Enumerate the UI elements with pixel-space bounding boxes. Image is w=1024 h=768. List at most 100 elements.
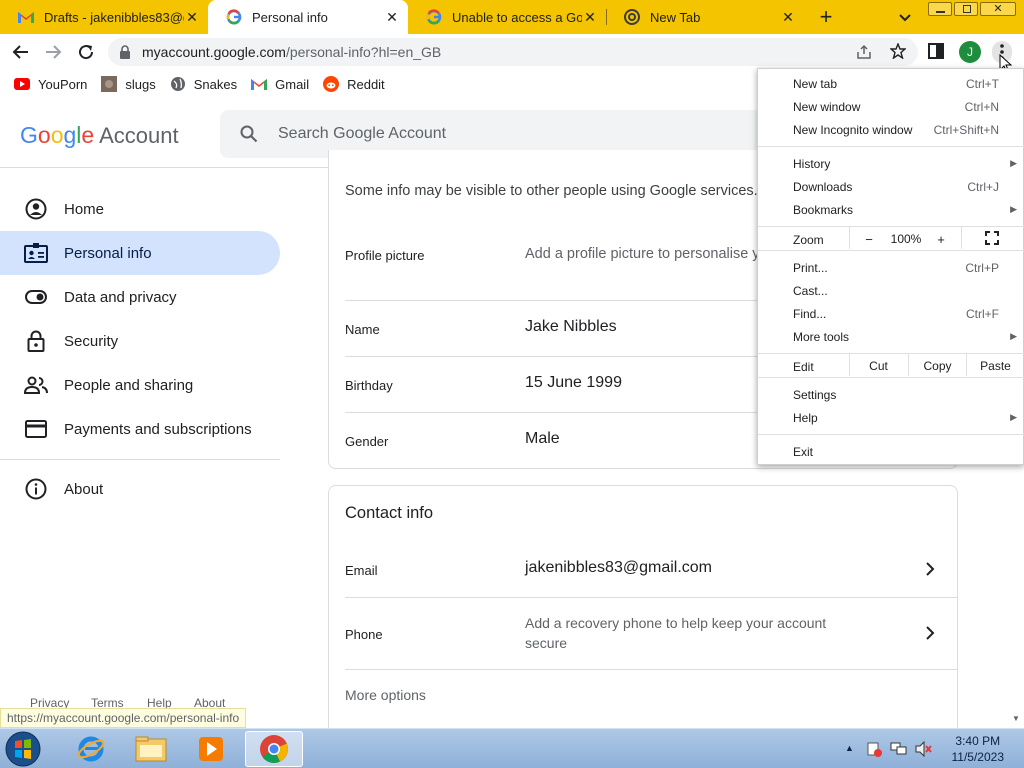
menu-copy-button[interactable]: Copy <box>909 359 966 373</box>
bookmark-youporn[interactable]: YouPorn <box>14 76 87 92</box>
tab-gmail-drafts[interactable]: Drafts - jakenibbles83@g ✕ <box>0 0 208 34</box>
tab-search-button[interactable] <box>897 9 913 25</box>
bookmark-gmail[interactable]: Gmail <box>251 76 309 92</box>
menu-help[interactable]: Help <box>793 411 818 425</box>
volume-muted-icon[interactable] <box>914 741 932 757</box>
menu-print[interactable]: Print... <box>793 261 828 275</box>
fullscreen-icon[interactable] <box>985 231 999 245</box>
sidebar-item-about[interactable]: About <box>0 467 280 511</box>
show-hidden-icons-button[interactable]: ▲ <box>845 743 854 753</box>
menu-cut-button[interactable]: Cut <box>850 359 907 373</box>
bookmark-snakes[interactable]: Snakes <box>170 76 237 92</box>
more-options-link[interactable]: More options <box>345 687 426 703</box>
menu-exit[interactable]: Exit <box>793 445 813 459</box>
back-button[interactable] <box>12 43 30 61</box>
lock-icon[interactable] <box>119 45 131 59</box>
submenu-arrow-icon: ▶ <box>1010 331 1017 341</box>
url-text: myaccount.google.com/personal-info?hl=en… <box>142 44 441 60</box>
sidebar-item-home[interactable]: Home <box>0 187 280 231</box>
scroll-down-arrow[interactable]: ▼ <box>1012 714 1020 723</box>
close-tab-icon[interactable]: ✕ <box>384 9 400 26</box>
menu-find[interactable]: Find... <box>793 307 826 321</box>
chevron-right-icon[interactable] <box>922 625 938 641</box>
shortcut-find: Ctrl+F <box>966 307 999 321</box>
sidebar-item-security[interactable]: Security <box>0 319 280 363</box>
chrome-main-menu: New tab Ctrl+T New window Ctrl+N New Inc… <box>757 68 1024 465</box>
menu-more-tools[interactable]: More tools <box>793 330 849 344</box>
account-wordmark: Account <box>99 123 179 148</box>
tab-new-tab[interactable]: New Tab ✕ <box>606 0 804 34</box>
address-bar[interactable]: myaccount.google.com/personal-info?hl=en… <box>108 38 918 66</box>
taskbar-chrome[interactable] <box>245 731 303 767</box>
menu-paste-button[interactable]: Paste <box>967 359 1024 373</box>
action-center-icon[interactable] <box>866 741 882 757</box>
sidebar-item-data-privacy[interactable]: Data and privacy <box>0 275 280 319</box>
close-tab-icon[interactable]: ✕ <box>582 9 598 26</box>
system-clock[interactable]: 3:40 PM 11/5/2023 <box>952 733 1005 765</box>
profile-picture-value[interactable]: Add a profile picture to personalise y <box>525 244 760 264</box>
phone-value[interactable]: Add a recovery phone to help keep your a… <box>525 613 855 653</box>
side-panel-button[interactable] <box>927 42 945 60</box>
sidebar-item-people-sharing[interactable]: People and sharing <box>0 363 280 407</box>
menu-settings[interactable]: Settings <box>793 388 836 402</box>
bookmark-label: Reddit <box>347 76 385 92</box>
tab-personal-info[interactable]: Personal info ✕ <box>208 0 408 34</box>
profile-picture-label: Profile picture <box>345 248 425 263</box>
menu-separator <box>758 226 1024 227</box>
profile-avatar[interactable]: J <box>959 41 981 63</box>
reload-icon <box>79 45 94 60</box>
info-icon <box>24 477 48 501</box>
google-wordmark-letter: G <box>20 122 38 148</box>
menu-new-tab[interactable]: New tab <box>793 77 837 91</box>
url-host: myaccount.google.com <box>142 44 286 60</box>
sidebar-item-payments[interactable]: Payments and subscriptions <box>0 407 280 451</box>
menu-new-window[interactable]: New window <box>793 100 860 114</box>
taskbar-media-player[interactable] <box>182 731 240 767</box>
google-wordmark-letter: g <box>63 122 77 148</box>
close-tab-icon[interactable]: ✕ <box>184 9 200 26</box>
menu-downloads[interactable]: Downloads <box>793 180 852 194</box>
close-tab-icon[interactable]: ✕ <box>780 9 796 26</box>
taskbar-explorer[interactable] <box>122 731 180 767</box>
zoom-out-button[interactable]: − <box>855 232 883 247</box>
google-wordmark: Google <box>20 122 94 148</box>
bookmark-slugs[interactable]: slugs <box>101 76 156 92</box>
google-wordmark-letter: o <box>37 122 51 148</box>
menu-history[interactable]: History <box>793 157 830 171</box>
submenu-arrow-icon: ▶ <box>1010 204 1017 214</box>
sidebar-item-personal-info[interactable]: Personal info <box>0 231 280 275</box>
network-icon[interactable] <box>890 741 908 757</box>
sidebar-item-label: Personal info <box>64 244 152 262</box>
bookmark-reddit[interactable]: Reddit <box>323 76 385 92</box>
chevron-right-icon[interactable] <box>922 561 938 577</box>
gender-value[interactable]: Male <box>525 430 560 448</box>
start-button[interactable] <box>4 730 44 768</box>
tab-strip: Drafts - jakenibbles83@g ✕ Personal info… <box>0 0 1024 34</box>
share-icon[interactable] <box>856 44 872 60</box>
arrow-right-icon <box>46 45 62 59</box>
minimize-button[interactable] <box>928 2 952 16</box>
restore-button[interactable] <box>954 2 978 16</box>
toggle-icon <box>24 285 48 309</box>
tab-unable-to-access[interactable]: Unable to access a Goog ✕ <box>408 0 606 34</box>
close-window-button[interactable]: ✕ <box>980 2 1016 16</box>
menu-bookmarks[interactable]: Bookmarks <box>793 203 853 217</box>
menu-new-incognito[interactable]: New Incognito window <box>793 123 912 137</box>
reload-button[interactable] <box>77 43 95 61</box>
windows-taskbar: ▲ 3:40 PM 11/5/2023 <box>0 728 1024 768</box>
email-value[interactable]: jakenibbles83@gmail.com <box>525 559 712 577</box>
menu-cast[interactable]: Cast... <box>793 284 828 298</box>
bookmark-star-icon[interactable] <box>890 43 906 59</box>
forward-button[interactable] <box>44 43 62 61</box>
name-value[interactable]: Jake Nibbles <box>525 318 617 336</box>
birthday-value[interactable]: 15 June 1999 <box>525 374 622 392</box>
menu-separator <box>758 353 1024 354</box>
sidebar-item-label: Data and privacy <box>64 288 177 306</box>
taskbar-ie[interactable] <box>62 731 120 767</box>
zoom-in-button[interactable]: + <box>929 232 953 247</box>
menu-edit-label: Edit <box>793 360 814 374</box>
new-tab-button[interactable]: + <box>816 6 836 28</box>
google-account-logo[interactable]: Google Account <box>20 122 179 149</box>
email-label: Email <box>345 563 378 578</box>
row-divider <box>345 597 958 598</box>
